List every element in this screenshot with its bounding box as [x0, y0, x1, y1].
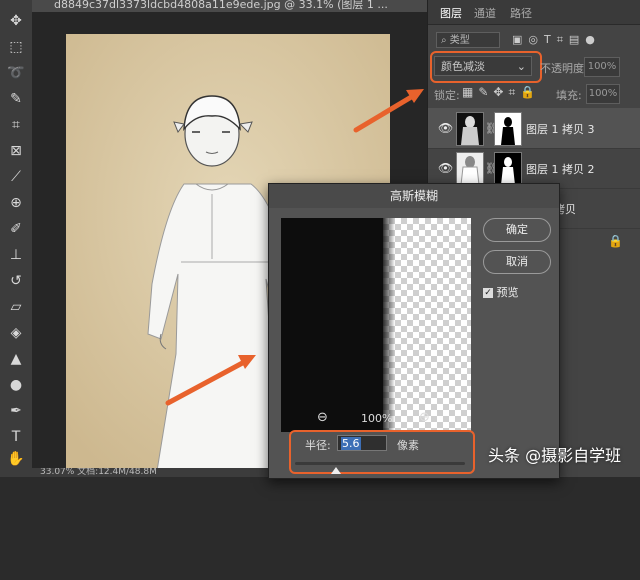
arrow-to-preview — [165, 355, 256, 406]
arrow-to-blend-mode — [353, 89, 424, 133]
annotation-arrows — [165, 89, 424, 406]
watermark: 头条 @摄影自学班 — [488, 446, 622, 465]
